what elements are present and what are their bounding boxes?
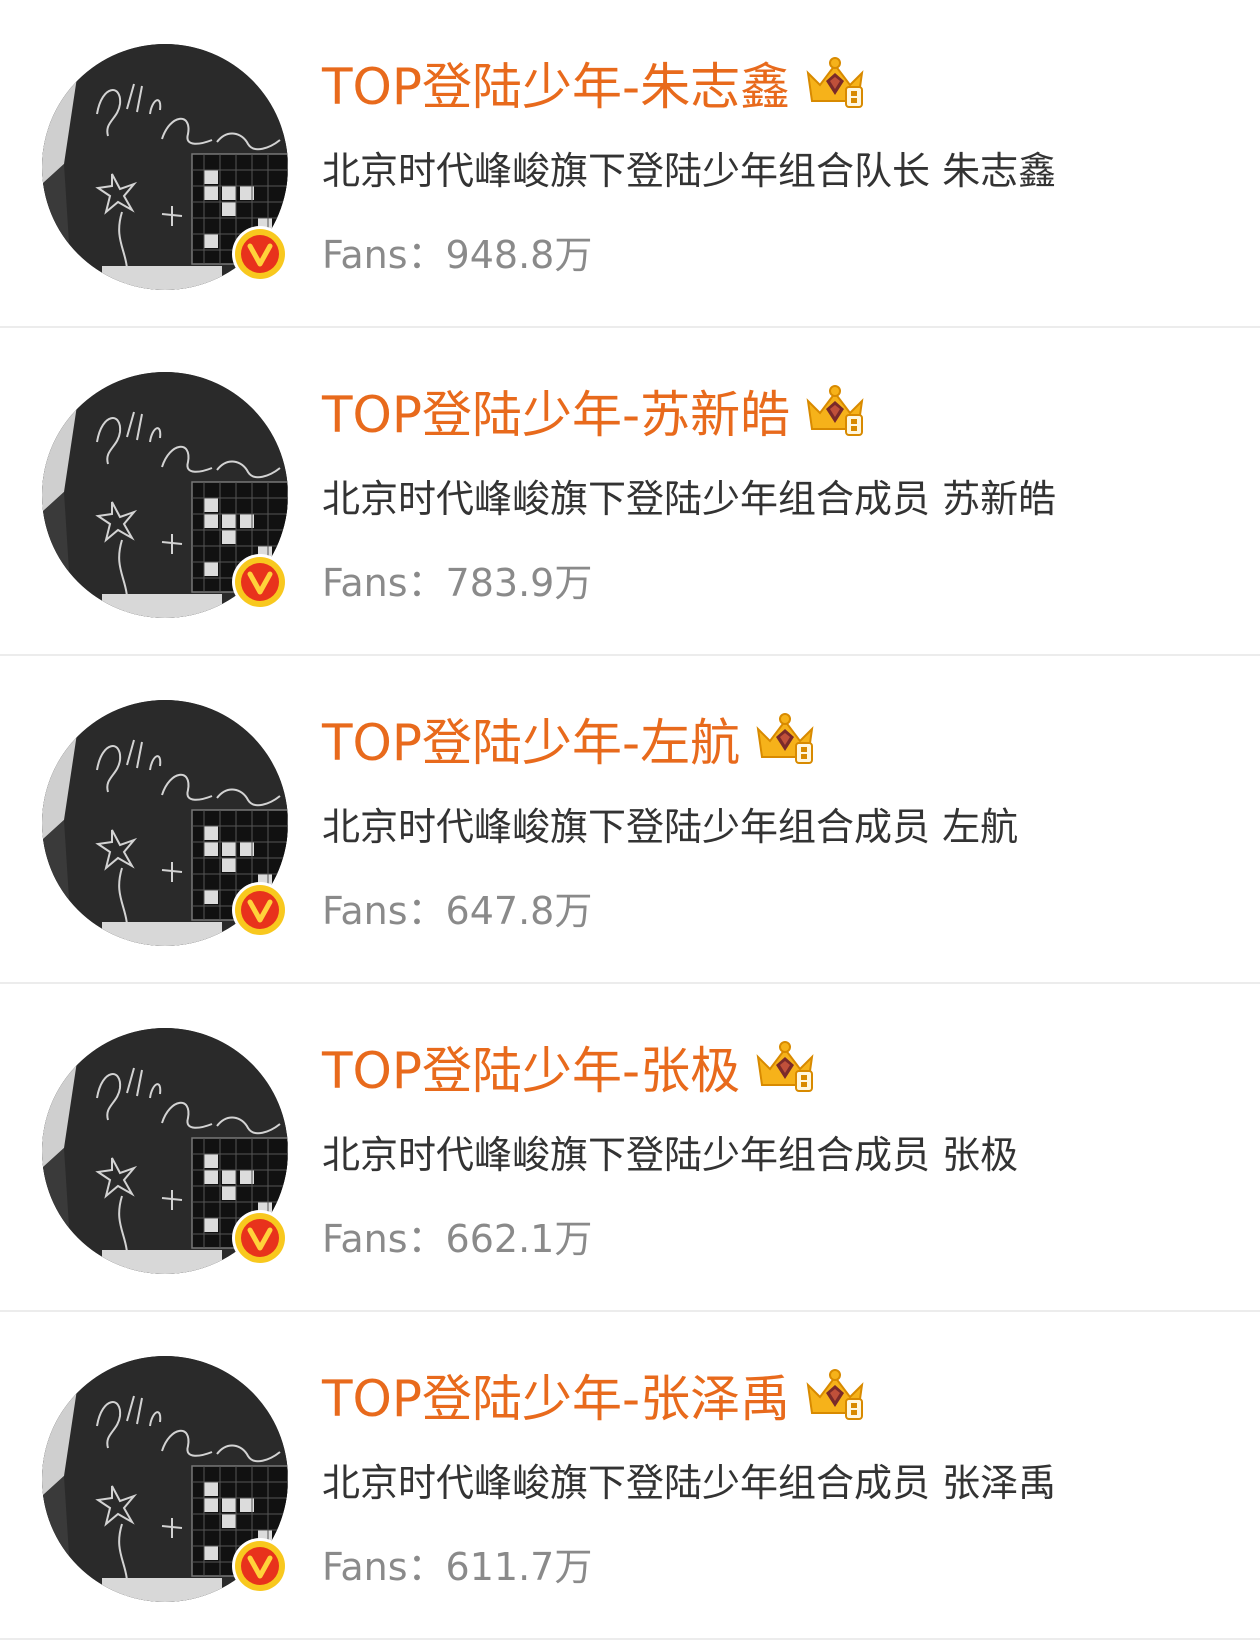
verified-icon: [231, 553, 289, 611]
verified-icon: [231, 1209, 289, 1267]
fans-value: 948.8万: [445, 233, 593, 277]
fans-value: 647.8万: [445, 889, 593, 933]
fans-value: 662.1万: [445, 1217, 593, 1261]
account-list: TOP登陆少年-朱志鑫 北京时代峰峻旗下登陆少年组合队长 朱志鑫 Fans：94…: [0, 0, 1260, 1640]
verified-icon: [231, 225, 289, 283]
crown-icon: [802, 383, 868, 439]
account-name[interactable]: TOP登陆少年-张泽禹: [322, 1359, 790, 1431]
fans-label: Fans：: [322, 1217, 446, 1261]
fans-count: Fans：783.9万: [322, 552, 592, 607]
account-description: 北京时代峰峻旗下登陆少年组合队长 朱志鑫: [322, 149, 1057, 193]
divider: [0, 1638, 1260, 1640]
account-name[interactable]: TOP登陆少年-张极: [322, 1031, 740, 1103]
account-row[interactable]: TOP登陆少年-苏新皓 北京时代峰峻旗下登陆少年组合成员 苏新皓 Fans：78…: [0, 328, 1260, 656]
account-row[interactable]: TOP登陆少年-张极 北京时代峰峻旗下登陆少年组合成员 张极 Fans：662.…: [0, 984, 1260, 1312]
fans-label: Fans：: [322, 233, 446, 277]
name-line: TOP登陆少年-张极: [322, 1032, 818, 1102]
fans-label: Fans：: [322, 561, 446, 605]
fans-count: Fans：611.7万: [322, 1536, 592, 1591]
account-name[interactable]: TOP登陆少年-苏新皓: [322, 375, 790, 447]
account-name[interactable]: TOP登陆少年-左航: [322, 703, 740, 775]
account-row[interactable]: TOP登陆少年-左航 北京时代峰峻旗下登陆少年组合成员 左航 Fans：647.…: [0, 656, 1260, 984]
fans-count: Fans：647.8万: [322, 880, 592, 935]
crown-icon: [752, 1039, 818, 1095]
account-row[interactable]: TOP登陆少年-张泽禹 北京时代峰峻旗下登陆少年组合成员 张泽禹 Fans：61…: [0, 1312, 1260, 1640]
account-row[interactable]: TOP登陆少年-朱志鑫 北京时代峰峻旗下登陆少年组合队长 朱志鑫 Fans：94…: [0, 0, 1260, 328]
account-name[interactable]: TOP登陆少年-朱志鑫: [322, 47, 790, 119]
verified-icon: [231, 881, 289, 939]
fans-label: Fans：: [322, 1545, 446, 1589]
name-line: TOP登陆少年-左航: [322, 704, 818, 774]
fans-value: 783.9万: [445, 561, 593, 605]
account-description: 北京时代峰峻旗下登陆少年组合成员 左航: [322, 805, 1019, 849]
account-description: 北京时代峰峻旗下登陆少年组合成员 张极: [322, 1133, 1019, 1177]
name-line: TOP登陆少年-苏新皓: [322, 376, 868, 446]
account-description: 北京时代峰峻旗下登陆少年组合成员 苏新皓: [322, 477, 1057, 521]
fans-value: 611.7万: [445, 1545, 593, 1589]
fans-label: Fans：: [322, 889, 446, 933]
fans-count: Fans：662.1万: [322, 1208, 592, 1263]
crown-icon: [802, 1367, 868, 1423]
name-line: TOP登陆少年-张泽禹: [322, 1360, 868, 1430]
fans-count: Fans：948.8万: [322, 224, 592, 279]
crown-icon: [752, 711, 818, 767]
account-description: 北京时代峰峻旗下登陆少年组合成员 张泽禹: [322, 1461, 1057, 1505]
crown-icon: [802, 55, 868, 111]
verified-icon: [231, 1537, 289, 1595]
name-line: TOP登陆少年-朱志鑫: [322, 48, 868, 118]
